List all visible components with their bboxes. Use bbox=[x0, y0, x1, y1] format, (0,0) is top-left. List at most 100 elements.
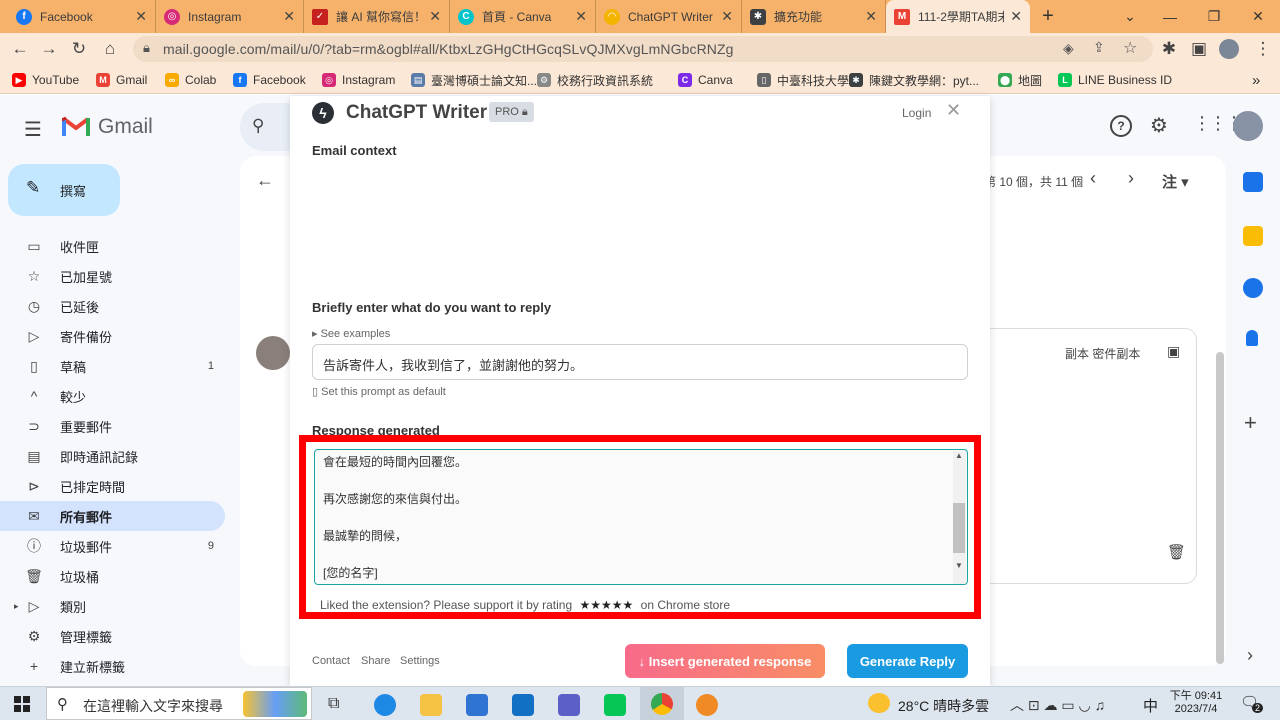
mail-icon[interactable] bbox=[512, 694, 534, 716]
eye-icon[interactable]: ◈ bbox=[1063, 40, 1074, 57]
tab-chatgpt-writer[interactable]: ◠ ChatGPT Writer ✕ bbox=[596, 0, 742, 33]
bookmark-item[interactable]: ⬤ 地圖 bbox=[998, 71, 1042, 89]
task-view-icon[interactable]: ⧉ bbox=[328, 695, 339, 713]
bookmark-item[interactable]: f Facebook bbox=[233, 71, 306, 89]
popout-icon[interactable]: ▣ bbox=[1167, 343, 1180, 360]
bookmark-item[interactable]: ◎ Instagram bbox=[322, 71, 395, 89]
side-panel-icon[interactable]: ▣ bbox=[1184, 33, 1214, 65]
windows-start-icon[interactable] bbox=[14, 696, 30, 712]
close-icon[interactable]: ✕ bbox=[429, 8, 441, 25]
page-scrollbar[interactable] bbox=[1216, 352, 1224, 664]
nav-item[interactable]: ✉ 所有郵件 bbox=[0, 501, 225, 531]
nav-item[interactable]: 🗑 垃圾桶 bbox=[0, 561, 225, 591]
nav-item[interactable]: ▭ 收件匣 bbox=[0, 231, 225, 261]
calendar-icon[interactable] bbox=[1243, 172, 1263, 192]
clock[interactable]: 下午 09:41 2023/7/4 bbox=[1168, 687, 1224, 715]
bookmark-item[interactable]: C Canva bbox=[678, 71, 733, 89]
prev-page-icon[interactable]: ‹ bbox=[1090, 168, 1096, 189]
contacts-icon[interactable] bbox=[1246, 330, 1258, 346]
bookmarks-overflow-icon[interactable]: » bbox=[1252, 71, 1260, 89]
nav-item[interactable]: + 建立新標籤 bbox=[0, 651, 225, 681]
new-tab-button[interactable]: + bbox=[1030, 0, 1066, 33]
bookmark-item[interactable]: ⚙ 校務行政資訊系統 bbox=[537, 71, 653, 89]
bookmark-star-icon[interactable]: ☆ bbox=[1123, 38, 1137, 58]
home-button[interactable]: ⌂ bbox=[95, 33, 125, 65]
notification-icon[interactable]: 🗨︎ 2 bbox=[1240, 693, 1264, 713]
bookmark-item[interactable]: L LINE Business ID bbox=[1058, 71, 1172, 89]
next-page-icon[interactable]: › bbox=[1128, 168, 1134, 189]
nav-item[interactable]: ⓘ 垃圾郵件 9 bbox=[0, 531, 225, 561]
contact-link[interactable]: Contact bbox=[312, 655, 350, 667]
nav-item[interactable]: ☆ 已加星號 bbox=[0, 261, 225, 291]
language-dropdown[interactable]: 注 ▾ bbox=[1162, 171, 1189, 192]
nav-item[interactable]: ▷ 類別 ▸ bbox=[0, 591, 225, 621]
lock-icon[interactable]: 🔒︎ bbox=[143, 40, 150, 56]
nav-item[interactable]: ⚙ 管理標籤 bbox=[0, 621, 225, 651]
weather-text[interactable]: 28°C 晴時多雲 bbox=[898, 696, 989, 716]
back-arrow-icon[interactable]: ← bbox=[256, 170, 274, 191]
generate-reply-button[interactable]: Generate Reply bbox=[847, 644, 968, 678]
insert-response-button[interactable]: ↓ Insert generated response bbox=[625, 644, 825, 678]
set-default-option[interactable]: ▯ Set this prompt as default bbox=[312, 385, 446, 398]
bookmark-item[interactable]: ∞ Colab bbox=[165, 71, 216, 89]
close-icon[interactable]: ✕ bbox=[865, 8, 877, 25]
ime-indicator[interactable]: 中 bbox=[1143, 695, 1158, 716]
close-icon[interactable]: ✕ bbox=[1010, 8, 1022, 25]
tab-search-button[interactable]: ⌄ bbox=[1108, 0, 1152, 33]
gmail-logo-icon[interactable] bbox=[61, 115, 90, 137]
tab-canva[interactable]: C 首頁 - Canva ✕ bbox=[450, 0, 596, 33]
minimize-button[interactable]: — bbox=[1148, 0, 1192, 33]
expand-panel-icon[interactable]: › bbox=[1247, 645, 1253, 666]
keep-icon[interactable] bbox=[1243, 226, 1263, 246]
search-icon[interactable]: ⚲ bbox=[252, 116, 264, 136]
address-bar[interactable]: 🔒︎ mail.google.com/mail/u/0/?tab=rm&ogbl… bbox=[133, 36, 1153, 62]
email-context-area[interactable] bbox=[312, 162, 968, 292]
close-popup-icon[interactable]: ✕ bbox=[946, 100, 961, 121]
compose-button[interactable]: ✎ 撰寫 bbox=[8, 164, 120, 216]
nav-item[interactable]: ⊳ 已排定時間 bbox=[0, 471, 225, 501]
bookmark-item[interactable]: M Gmail bbox=[96, 71, 147, 89]
share-link[interactable]: Share bbox=[361, 655, 390, 667]
cc-bcc-link[interactable]: 副本 密件副本 bbox=[1065, 345, 1140, 362]
nav-item[interactable]: ^ 較少 bbox=[0, 381, 225, 411]
menu-kebab-icon[interactable]: ⋮ bbox=[1248, 33, 1278, 65]
discard-trash-icon[interactable]: 🗑︎ bbox=[1167, 543, 1186, 561]
edge-browser-icon[interactable] bbox=[374, 694, 396, 716]
close-icon[interactable]: ✕ bbox=[135, 8, 147, 25]
app-icon[interactable] bbox=[696, 694, 718, 716]
nav-item[interactable]: ▷ 寄件備份 bbox=[0, 321, 225, 351]
account-avatar[interactable] bbox=[1233, 111, 1263, 141]
add-addon-icon[interactable]: + bbox=[1244, 410, 1257, 436]
expand-arrow-icon[interactable]: ▸ bbox=[14, 601, 19, 612]
taskbar-search-box[interactable]: ⚲ 在這裡輸入文字來搜尋 bbox=[46, 687, 312, 720]
tasks-icon[interactable] bbox=[1243, 278, 1263, 298]
window-close-button[interactable]: ✕ bbox=[1236, 0, 1280, 33]
bookmark-item[interactable]: ▯ 中臺科技大學 bbox=[757, 71, 849, 89]
share-icon[interactable]: ⇪ bbox=[1093, 39, 1105, 56]
system-tray-icons[interactable]: ︿ ⊡ ☁ ▭ ◡ ♫ bbox=[1010, 695, 1105, 715]
reply-prompt-input[interactable]: 告訴寄件人，我收到信了，並謝謝他的努力。 bbox=[312, 344, 968, 380]
settings-link[interactable]: Settings bbox=[400, 655, 440, 667]
tab-extensions[interactable]: ✱ 擴充功能 ✕ bbox=[742, 0, 886, 33]
teams-icon[interactable] bbox=[558, 694, 580, 716]
line-icon[interactable] bbox=[604, 694, 626, 716]
see-examples-toggle[interactable]: ▸ See examples bbox=[312, 327, 390, 340]
close-icon[interactable]: ✕ bbox=[575, 8, 587, 25]
file-explorer-icon[interactable] bbox=[420, 694, 442, 716]
nav-item[interactable]: ⊃ 重要郵件 bbox=[0, 411, 225, 441]
nav-item[interactable]: ▤ 即時通訊記錄 bbox=[0, 441, 225, 471]
main-menu-icon[interactable]: ☰ bbox=[24, 117, 42, 142]
restore-button[interactable]: ❐ bbox=[1192, 0, 1236, 33]
nav-item[interactable]: ◷ 已延後 bbox=[0, 291, 225, 321]
forward-button[interactable]: → bbox=[34, 33, 64, 65]
profile-avatar[interactable] bbox=[1219, 39, 1239, 59]
tab-instagram[interactable]: ◎ Instagram ✕ bbox=[156, 0, 304, 33]
extensions-puzzle-icon[interactable]: ✱ bbox=[1154, 33, 1184, 65]
nav-item[interactable]: ▯ 草稿 1 bbox=[0, 351, 225, 381]
login-link[interactable]: Login bbox=[902, 106, 931, 120]
reload-button[interactable]: ↻ bbox=[64, 33, 94, 65]
taskbar-chrome-active[interactable] bbox=[640, 687, 684, 720]
bookmark-item[interactable]: ▤ 臺灣博碩士論文知... bbox=[411, 71, 537, 89]
help-icon[interactable]: ? bbox=[1110, 115, 1132, 137]
tab-ai-letter[interactable]: ✓ 讓 AI 幫你寫信！ ✕ bbox=[304, 0, 450, 33]
